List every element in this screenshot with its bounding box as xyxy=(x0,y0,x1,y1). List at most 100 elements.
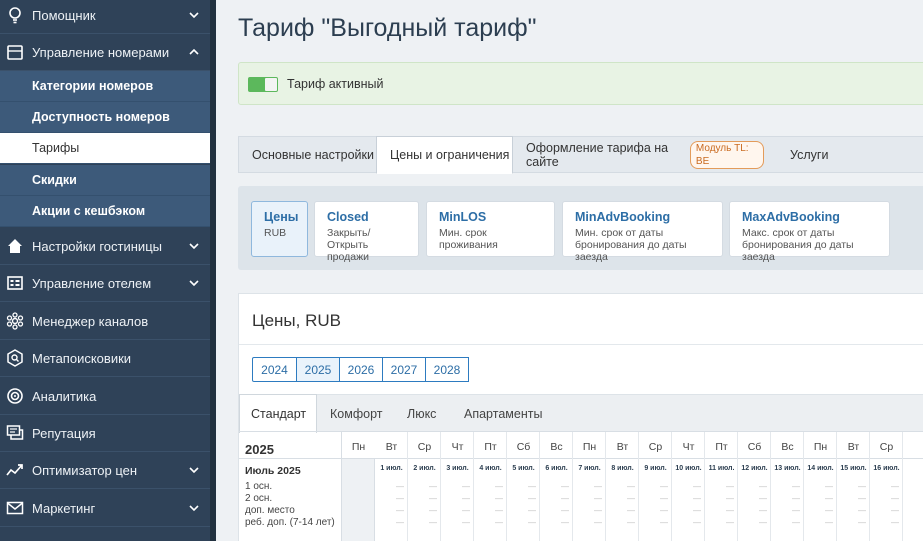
price-cell[interactable]: — xyxy=(441,482,474,491)
price-cell[interactable]: — xyxy=(474,482,507,491)
price-cell[interactable]: — xyxy=(804,494,837,503)
nav-item-marketing[interactable]: Маркетинг xyxy=(0,490,210,527)
price-cell[interactable]: — xyxy=(375,482,408,491)
price-cell[interactable]: — xyxy=(573,482,606,491)
price-cell[interactable]: — xyxy=(771,518,804,527)
price-cell[interactable]: — xyxy=(606,518,639,527)
year-button-2024[interactable]: 2024 xyxy=(252,357,297,382)
price-cell[interactable]: — xyxy=(738,518,771,527)
prices-panel: Цены, RUB 2024 2025 2026 2027 2028 Станд… xyxy=(238,293,923,541)
nav-item-more[interactable] xyxy=(0,527,210,541)
price-cell[interactable]: — xyxy=(408,506,441,515)
price-cell[interactable]: — xyxy=(375,494,408,503)
price-cell[interactable]: — xyxy=(870,518,903,527)
tab-room-comfort[interactable]: Комфорт xyxy=(330,395,382,432)
price-cell[interactable]: — xyxy=(540,506,573,515)
price-cell[interactable]: — xyxy=(837,482,870,491)
subtab-min-adv-booking[interactable]: MinAdvBooking Мин. срок от даты брониров… xyxy=(562,201,723,263)
price-cell[interactable]: — xyxy=(870,506,903,515)
price-cell[interactable]: — xyxy=(441,506,474,515)
price-cell[interactable]: — xyxy=(474,506,507,515)
price-cell[interactable]: — xyxy=(507,494,540,503)
price-cell[interactable]: — xyxy=(705,506,738,515)
price-cell[interactable]: — xyxy=(738,494,771,503)
price-cell[interactable]: — xyxy=(672,482,705,491)
sidebar-item-tariffs[interactable]: Тарифы xyxy=(0,133,210,164)
nav-item-hotel-management[interactable]: Управление отелем xyxy=(0,265,210,302)
price-cell[interactable]: — xyxy=(738,506,771,515)
price-cell[interactable]: — xyxy=(375,506,408,515)
subtab-max-adv-booking[interactable]: MaxAdvBooking Макс. срок от даты брониро… xyxy=(729,201,890,263)
price-cell[interactable]: — xyxy=(837,506,870,515)
price-cell[interactable]: — xyxy=(705,518,738,527)
price-cell[interactable]: — xyxy=(573,506,606,515)
nav-item-metasearch[interactable]: Метапоисковики xyxy=(0,340,210,377)
price-cell[interactable]: — xyxy=(672,506,705,515)
tab-room-apartments[interactable]: Апартаменты xyxy=(464,395,542,432)
price-cell[interactable]: — xyxy=(672,518,705,527)
price-cell[interactable]: — xyxy=(573,494,606,503)
price-cell[interactable]: — xyxy=(441,494,474,503)
subtab-closed[interactable]: Closed Закрыть/Открыть продажи xyxy=(314,201,419,263)
tab-room-standard[interactable]: Стандарт xyxy=(239,394,317,433)
year-button-2026[interactable]: 2026 xyxy=(339,357,383,382)
price-cell[interactable]: — xyxy=(639,518,672,527)
price-cell[interactable]: — xyxy=(672,494,705,503)
tab-services[interactable]: Услуги xyxy=(776,137,836,173)
tab-main-settings[interactable]: Основные настройки xyxy=(239,137,376,173)
price-cell[interactable]: — xyxy=(606,494,639,503)
price-cell[interactable]: — xyxy=(837,494,870,503)
price-cell[interactable]: — xyxy=(639,506,672,515)
subtab-prices[interactable]: Цены RUB xyxy=(251,201,308,257)
price-cell[interactable]: — xyxy=(804,506,837,515)
sidebar-item-room-availability[interactable]: Доступность номеров xyxy=(0,102,210,133)
price-cell[interactable]: — xyxy=(639,494,672,503)
price-cell[interactable]: — xyxy=(771,506,804,515)
price-cell[interactable]: — xyxy=(375,518,408,527)
nav-item-reputation[interactable]: Репутация xyxy=(0,415,210,452)
nav-item-hotel-settings[interactable]: Настройки гостиницы xyxy=(0,228,210,265)
nav-item-channel-manager[interactable]: Менеджер каналов xyxy=(0,303,210,340)
price-cell[interactable]: — xyxy=(804,518,837,527)
price-cell[interactable]: — xyxy=(540,482,573,491)
tab-prices-restrictions[interactable]: Цены и ограничения xyxy=(376,136,513,174)
subtab-minlos[interactable]: MinLOS Мин. срок проживания xyxy=(426,201,555,257)
nav-item-assistant[interactable]: Помощник xyxy=(0,0,210,34)
price-cell[interactable]: — xyxy=(540,518,573,527)
year-button-2027[interactable]: 2027 xyxy=(382,357,426,382)
price-cell[interactable]: — xyxy=(639,482,672,491)
nav-item-analytics[interactable]: Аналитика xyxy=(0,378,210,415)
year-button-2028[interactable]: 2028 xyxy=(425,357,469,382)
price-cell[interactable]: — xyxy=(474,494,507,503)
price-cell[interactable]: — xyxy=(606,506,639,515)
price-cell[interactable]: — xyxy=(705,482,738,491)
price-cell[interactable]: — xyxy=(540,494,573,503)
price-cell[interactable]: — xyxy=(441,518,474,527)
nav-item-room-management[interactable]: Управление номерами xyxy=(0,34,210,71)
sidebar-item-discounts[interactable]: Скидки xyxy=(0,165,210,196)
price-cell[interactable]: — xyxy=(507,506,540,515)
price-cell[interactable]: — xyxy=(408,518,441,527)
sidebar-item-room-categories[interactable]: Категории номеров xyxy=(0,71,210,102)
price-cell[interactable]: — xyxy=(771,482,804,491)
year-button-2025[interactable]: 2025 xyxy=(296,357,340,382)
price-cell[interactable]: — xyxy=(738,482,771,491)
active-toggle[interactable] xyxy=(248,77,278,92)
price-cell[interactable]: — xyxy=(507,482,540,491)
price-cell[interactable]: — xyxy=(804,482,837,491)
price-cell[interactable]: — xyxy=(408,482,441,491)
tab-site-design[interactable]: Оформление тарифа на сайте Модуль TL: BE xyxy=(514,137,764,173)
price-cell[interactable]: — xyxy=(474,518,507,527)
nav-item-price-optimizer[interactable]: Оптимизатор цен xyxy=(0,452,210,489)
price-cell[interactable]: — xyxy=(507,518,540,527)
price-cell[interactable]: — xyxy=(870,494,903,503)
tab-room-lux[interactable]: Люкс xyxy=(407,395,436,432)
price-cell[interactable]: — xyxy=(705,494,738,503)
price-cell[interactable]: — xyxy=(573,518,606,527)
sidebar-item-cashback[interactable]: Акции с кешбэком xyxy=(0,196,210,227)
price-cell[interactable]: — xyxy=(870,482,903,491)
price-cell[interactable]: — xyxy=(408,494,441,503)
price-cell[interactable]: — xyxy=(606,482,639,491)
price-cell[interactable]: — xyxy=(771,494,804,503)
price-cell[interactable]: — xyxy=(837,518,870,527)
